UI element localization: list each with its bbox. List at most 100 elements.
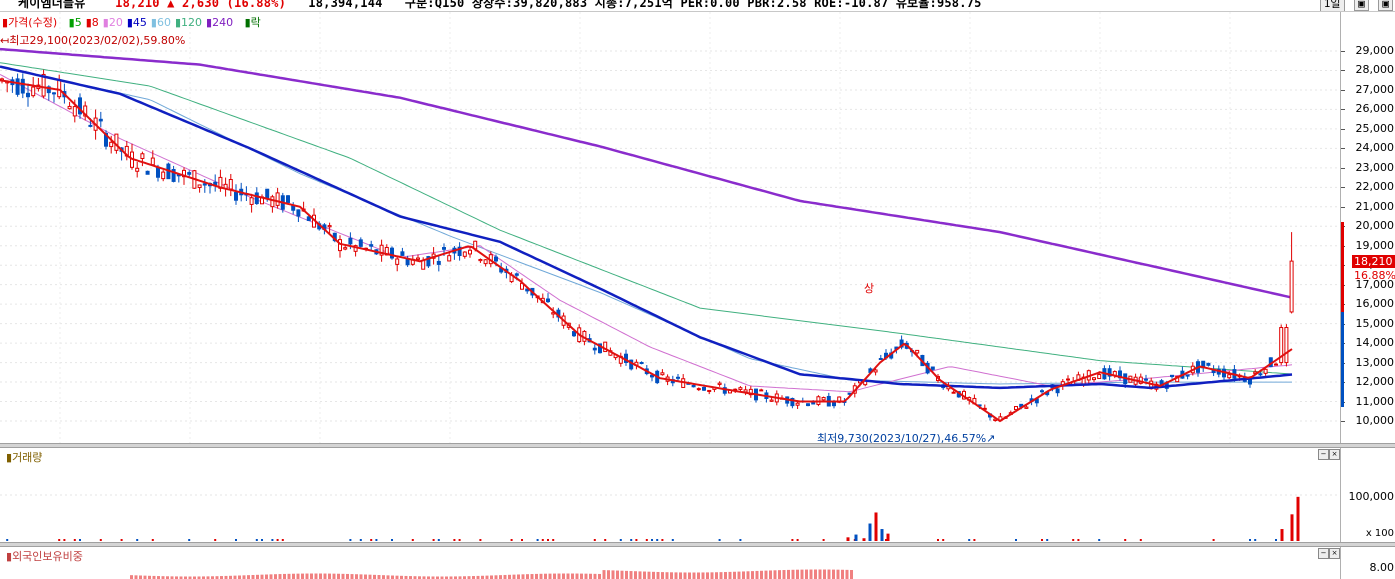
current-pct-tag: 16.88% [1354,269,1395,282]
candle-body [691,385,696,388]
price-axis[interactable]: 29,000 28,000 27,000 26,000 25,000 24,000 23,0… [1340,12,1395,444]
foreign-bar [670,572,673,579]
candle-body [1144,378,1148,381]
stock-name[interactable]: 케이엠더블유 [18,0,85,10]
foreign-bar [607,570,610,579]
ma-legend-60[interactable]: ▮60 [151,16,171,29]
candle-body [951,391,956,394]
volume-bar [1124,539,1127,541]
volume-bar [718,539,721,541]
volume-bar [261,539,263,541]
ma-legend-45[interactable]: ▮45 [127,16,147,29]
foreign-bar [143,575,147,579]
foreign-bar [242,575,246,579]
price-legend-item[interactable]: ▮가격(수정) [2,16,61,29]
ma45-line [0,65,1293,390]
trade-volume: 18,394,144 [308,0,383,10]
foreign-bar [562,573,565,579]
foreign-ownership-panel[interactable]: ▮외국인보유비중 − × [0,547,1340,579]
price-tick-label: 24,000 [1355,141,1395,155]
foreign-bar [580,573,583,579]
foreign-bar [850,569,853,579]
panel-min-icon[interactable]: − [1318,449,1329,460]
ma-legend-20[interactable]: ▮20 [103,16,123,29]
price-tick-label: 12,000 [1355,375,1395,389]
foreign-bar [359,574,363,579]
volume-bar [791,539,794,541]
foreign-bar [620,570,624,579]
panel-close-icon[interactable]: × [1329,548,1340,559]
foreign-bar [386,575,390,579]
market-cap: 시총:7,251억 [594,0,673,10]
candle-body [57,79,62,98]
volume-axis: 100,000 x 100 [1340,448,1395,543]
foreign-bar [715,572,718,579]
extra-legend-item[interactable]: ▮락 [245,16,265,29]
volume-unit: x 100 [1365,528,1394,539]
panel-close-icon[interactable]: × [1329,449,1340,460]
foreign-bar [589,573,592,579]
candle-body [369,244,374,247]
volume-bar [411,539,414,541]
foreign-bar [512,574,516,579]
ma-legend-5[interactable]: ▮5 [69,16,82,29]
foreign-bar [377,575,381,579]
foreign-axis: 8.00 [1340,547,1395,579]
price-tick-label: 25,000 [1355,121,1395,135]
foreign-bar [247,575,250,579]
foreign-bar [755,570,759,579]
period-button[interactable]: 1일 [1319,0,1345,11]
volume-bar [536,539,539,541]
foreign-bar [629,571,633,579]
ma-legend-120[interactable]: ▮120 [175,16,202,29]
volume-bar [937,539,939,541]
price-tick-mark [1341,109,1345,111]
foreign-bar [494,575,498,579]
ma-legend-8[interactable]: ▮8 [86,16,99,29]
candle-body [72,106,77,117]
candle-body [20,78,25,94]
candle-body [873,369,878,373]
foreign-bar [278,574,282,579]
foreign-bar [382,575,385,579]
volume-panel[interactable]: ▮거래량 − × [0,448,1340,543]
foreign-bar [350,574,354,579]
price-chart-canvas[interactable] [0,12,1340,444]
ma20-line [0,73,1293,393]
candle-body [759,389,764,392]
candle-body [514,273,519,276]
volume-bar [370,539,373,541]
foreign-bar [647,571,651,579]
candle-body [468,249,472,255]
candle-body [114,133,119,151]
foreign-tick: 8.00 [1369,561,1395,574]
candle-body [1263,368,1268,374]
maximize-icon[interactable]: ▣ [1354,0,1369,11]
volume-bar [151,539,154,541]
foreign-bar [791,569,795,579]
foreign-bar [391,575,394,579]
close-icon[interactable]: ▣ [1378,0,1393,11]
candle-body [421,260,426,270]
foreign-bar [733,571,736,579]
volume-bar [255,539,258,541]
ma-legend-240[interactable]: ▮240 [206,16,233,29]
panel-min-icon[interactable]: − [1318,548,1329,559]
candle-body [140,153,145,159]
candle-body [88,124,93,127]
foreign-chart-canvas[interactable] [0,547,1340,579]
candle-body [275,192,280,206]
volume-bar [630,539,633,541]
volume-bar [136,539,139,541]
volume-bar [359,539,362,541]
foreign-bar [706,572,709,579]
foreign-bar [373,574,376,579]
foreign-bar [787,569,790,579]
foreign-bar [778,570,781,579]
price-tick-mark [1341,187,1345,189]
volume-chart-canvas[interactable] [0,448,1340,543]
price-chart-panel[interactable]: ▮가격(수정) ▮5 ▮8 ▮20 ▮45 ▮60 ▮120 ▮240 ▮락 ↤최고29,1… [0,12,1340,445]
foreign-bar [337,573,340,579]
foreign-bar [305,573,309,579]
volume-bar [547,539,549,541]
